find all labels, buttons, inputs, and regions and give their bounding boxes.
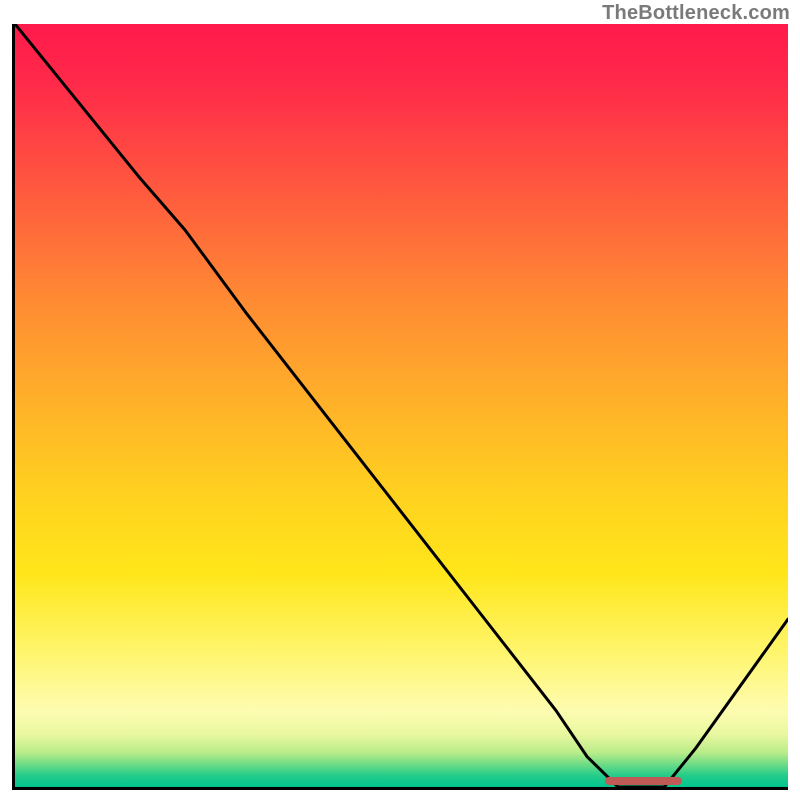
optimal-range-marker [605, 777, 683, 785]
bottleneck-curve [15, 24, 788, 787]
curve-path [15, 24, 788, 787]
chart-container: TheBottleneck.com [0, 0, 800, 800]
attribution-text: TheBottleneck.com [602, 2, 790, 25]
plot-area [12, 24, 788, 790]
